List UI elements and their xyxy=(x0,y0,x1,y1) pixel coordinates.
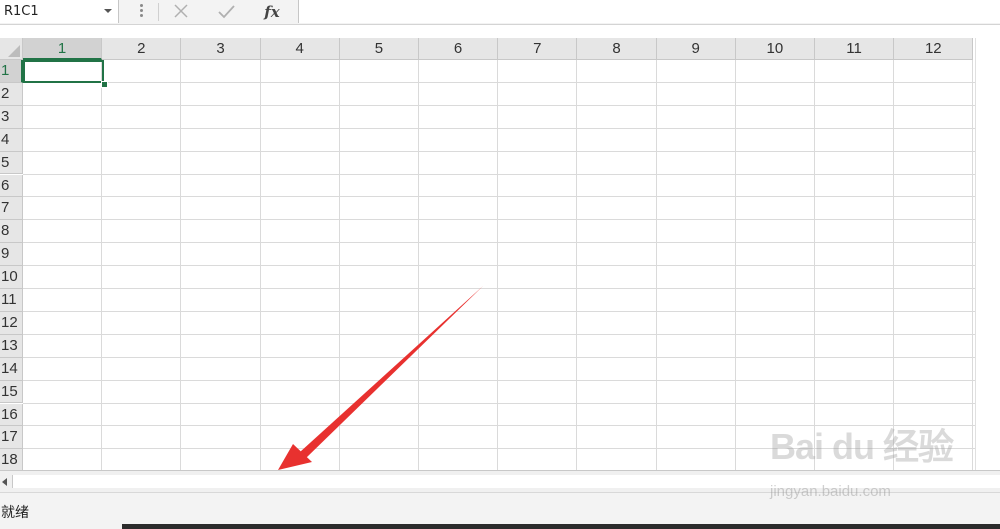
row-header-10[interactable]: 10 xyxy=(0,266,23,289)
gridline-horizontal xyxy=(23,265,975,267)
column-header-2[interactable]: 2 xyxy=(102,38,182,60)
ribbon-spacer xyxy=(0,25,1000,38)
row-header-12[interactable]: 12 xyxy=(0,311,23,335)
gridline-horizontal xyxy=(23,127,975,129)
status-text: 就绪 xyxy=(1,505,29,521)
select-all-button[interactable] xyxy=(0,38,23,60)
horizontal-scrollbar[interactable] xyxy=(0,470,1000,492)
divider xyxy=(158,3,159,21)
column-header-7[interactable]: 7 xyxy=(498,38,578,60)
name-box[interactable]: R1C1 xyxy=(0,0,119,23)
formula-input[interactable] xyxy=(298,0,1000,23)
spreadsheet-window: R1C1 fx 1 2 3 4 5 6 7 8 9 10 11 12 1 2 3 4 5 6 7 8 9 10 11 12 1… xyxy=(0,0,1000,529)
gridline-horizontal xyxy=(23,104,975,106)
row-header-4[interactable]: 4 xyxy=(0,128,23,152)
row-header-1[interactable]: 1 xyxy=(0,60,23,83)
gridline-horizontal xyxy=(23,379,975,381)
column-header-5[interactable]: 5 xyxy=(339,38,419,60)
gridline-horizontal xyxy=(23,310,975,312)
column-header-10[interactable]: 10 xyxy=(735,38,815,60)
column-header-3[interactable]: 3 xyxy=(181,38,261,60)
row-header-7[interactable]: 7 xyxy=(0,197,23,221)
row-header-14[interactable]: 14 xyxy=(0,357,23,381)
gridline-horizontal xyxy=(23,425,975,427)
column-header-1[interactable]: 1 xyxy=(23,38,103,60)
gridline-horizontal xyxy=(23,173,975,175)
column-header-9[interactable]: 9 xyxy=(656,38,736,60)
row-header-9[interactable]: 9 xyxy=(0,243,23,267)
column-header-11[interactable]: 11 xyxy=(815,38,895,60)
name-box-value: R1C1 xyxy=(4,4,39,19)
worksheet-grid[interactable]: 1 2 3 4 5 6 7 8 9 10 11 12 1 2 3 4 5 6 7 8 9 10 11 12 13 14 15 16 1… xyxy=(0,38,975,470)
gridline-horizontal xyxy=(23,196,975,198)
row-header-6[interactable]: 6 xyxy=(0,174,23,198)
gridline-horizontal xyxy=(23,402,975,404)
scroll-left-icon[interactable] xyxy=(2,478,7,486)
row-header-2[interactable]: 2 xyxy=(0,82,23,106)
gridline-horizontal xyxy=(23,242,975,244)
column-header-12[interactable]: 12 xyxy=(894,38,974,60)
fill-handle[interactable] xyxy=(101,81,108,88)
gridline-horizontal xyxy=(23,81,975,83)
close-icon[interactable] xyxy=(170,2,194,22)
scrollbar-track[interactable] xyxy=(12,475,1000,488)
gridline-horizontal xyxy=(23,448,975,450)
gridline-horizontal xyxy=(23,219,975,221)
gridline-horizontal xyxy=(23,288,975,289)
row-header-16[interactable]: 16 xyxy=(0,403,23,427)
row-header-17[interactable]: 17 xyxy=(0,426,23,450)
row-header-3[interactable]: 3 xyxy=(0,105,23,129)
gridline-horizontal xyxy=(23,356,975,358)
column-header-4[interactable]: 4 xyxy=(260,38,340,60)
cell-area[interactable] xyxy=(23,60,975,470)
formula-bar: R1C1 fx xyxy=(0,0,1000,25)
check-icon[interactable] xyxy=(215,2,239,22)
row-header-13[interactable]: 13 xyxy=(0,334,23,358)
drag-handle-icon[interactable] xyxy=(140,4,143,20)
row-header-18[interactable]: 18 xyxy=(0,449,23,470)
chevron-down-icon[interactable] xyxy=(104,9,112,13)
row-header-8[interactable]: 8 xyxy=(0,220,23,244)
row-header-15[interactable]: 15 xyxy=(0,380,23,404)
column-header-8[interactable]: 8 xyxy=(577,38,657,60)
taskbar-edge xyxy=(122,524,1000,529)
active-cell[interactable] xyxy=(23,60,104,83)
column-header-6[interactable]: 6 xyxy=(419,38,499,60)
row-header-11[interactable]: 11 xyxy=(0,289,23,312)
gridline-horizontal xyxy=(23,150,975,152)
row-header-5[interactable]: 5 xyxy=(0,151,23,175)
insert-function-icon[interactable]: fx xyxy=(260,2,284,22)
gridline-horizontal xyxy=(23,333,975,335)
vertical-scroll-area[interactable] xyxy=(975,38,1000,470)
